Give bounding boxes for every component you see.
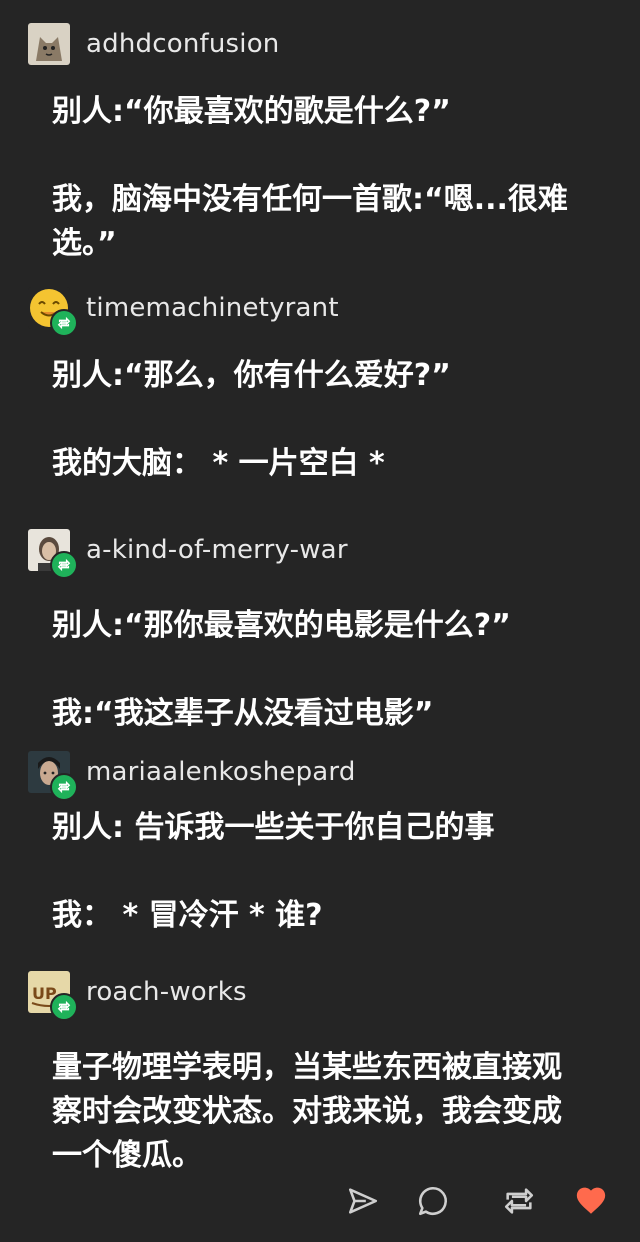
text-line: 量子物理学表明，当某些东西被直接观: [52, 1050, 562, 1085]
post-text: 别人:“那你最喜欢的电影是什么?” 我:“我这辈子从没看过电影”: [52, 604, 612, 736]
share-icon: [348, 1188, 378, 1214]
username[interactable]: mariaalenkoshepard: [86, 757, 356, 787]
reblog-badge: [50, 773, 78, 801]
comment-icon: [418, 1186, 447, 1216]
avatar[interactable]: [28, 23, 70, 65]
text-line: 察时会改变状态。对我来说，我会变成: [52, 1094, 562, 1129]
post-header: mariaalenkoshepard: [28, 750, 356, 801]
avatar[interactable]: [28, 287, 78, 337]
post-text: 别人:“那么，你有什么爱好?” 我的大脑： * 一片空白 *: [52, 354, 612, 486]
post-text: 量子物理学表明，当某些东西被直接观 察时会改变状态。对我来说，我会变成 一个傻瓜…: [52, 1046, 612, 1178]
comment-button[interactable]: [414, 1182, 452, 1220]
avatar[interactable]: [28, 529, 78, 579]
text-line: [52, 648, 612, 692]
reblog-icon: [57, 1000, 71, 1014]
reblog-button[interactable]: [500, 1182, 538, 1220]
username[interactable]: adhdconfusion: [86, 29, 280, 59]
avatar[interactable]: [28, 751, 78, 801]
text-line: 我： * 冒冷汗 * 谁?: [52, 898, 323, 933]
username[interactable]: timemachinetyrant: [86, 293, 339, 323]
post-header: a-kind-of-merry-war: [28, 528, 348, 579]
like-button[interactable]: [572, 1182, 610, 1220]
reblog-icon: [57, 316, 71, 330]
reblog-icon: [57, 558, 71, 572]
post-header: UP roach-works: [28, 970, 247, 1021]
username[interactable]: roach-works: [86, 977, 247, 1007]
username[interactable]: a-kind-of-merry-war: [86, 535, 348, 565]
post-text: 别人: 告诉我一些关于你自己的事 我： * 冒冷汗 * 谁?: [52, 806, 612, 938]
text-line: 我，脑海中没有任何一首歌:“嗯...很难: [52, 182, 568, 217]
reblog-icon: [504, 1188, 534, 1214]
post-actions: [0, 1172, 640, 1228]
text-line: [52, 134, 612, 178]
post-header: timemachinetyrant: [28, 286, 339, 337]
reblog-badge: [50, 993, 78, 1021]
text-line: 别人:“你最喜欢的歌是什么?”: [52, 94, 451, 129]
text-line: 别人: 告诉我一些关于你自己的事: [52, 810, 495, 845]
text-line: [52, 850, 612, 894]
share-button[interactable]: [344, 1182, 382, 1220]
reblog-icon: [57, 780, 71, 794]
post-header: adhdconfusion: [28, 22, 280, 66]
text-line: 选。”: [52, 226, 117, 261]
post-text: 别人:“你最喜欢的歌是什么?” 我，脑海中没有任何一首歌:“嗯...很难 选。”: [52, 90, 612, 266]
fox-avatar-icon: [28, 23, 70, 65]
text-line: 我:“我这辈子从没看过电影”: [52, 696, 434, 731]
text-line: 我的大脑： * 一片空白 *: [52, 446, 385, 481]
text-line: 别人:“那你最喜欢的电影是什么?”: [52, 608, 511, 643]
reblog-badge: [50, 551, 78, 579]
text-line: [52, 398, 612, 442]
avatar[interactable]: UP: [28, 971, 78, 1021]
reblog-badge: [50, 309, 78, 337]
text-line: 别人:“那么，你有什么爱好?”: [52, 358, 451, 393]
heart-icon: [576, 1187, 606, 1214]
